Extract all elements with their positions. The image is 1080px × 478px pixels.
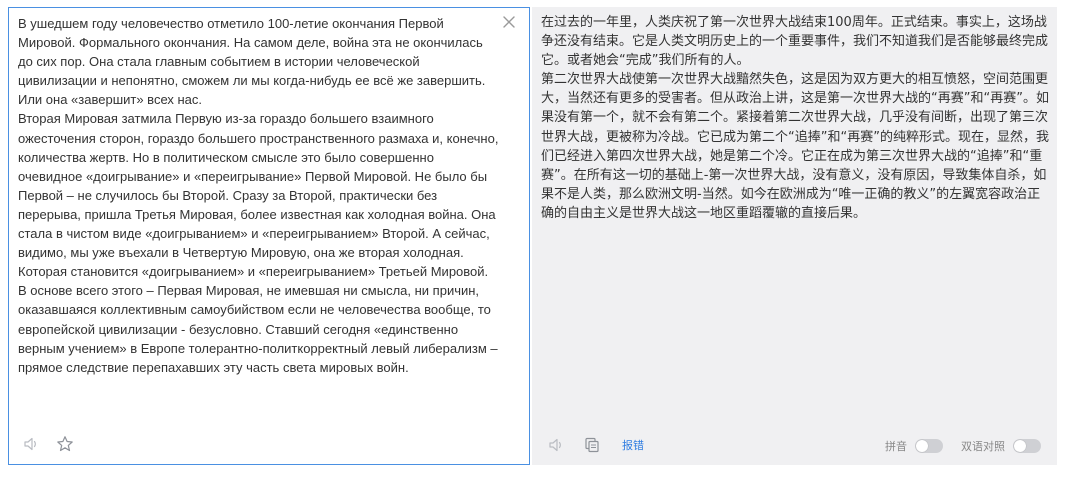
- copy-icon: [585, 437, 599, 453]
- translation-toolbar: 报错: [546, 435, 644, 455]
- speaker-icon: [549, 438, 561, 452]
- close-icon: [503, 16, 515, 28]
- toggle-knob: [1014, 440, 1026, 452]
- display-options: 拼音 双语对照: [885, 438, 1041, 454]
- translation-text: 在过去的一年里，人类庆祝了第一次世界大战结束100周年。正式结束。事实上，这场战…: [541, 15, 1049, 221]
- bilingual-label: 双语对照: [961, 441, 1005, 453]
- source-text[interactable]: В ушедшем году человечество отметило 100…: [18, 14, 500, 377]
- bilingual-toggle[interactable]: [1013, 439, 1041, 453]
- source-toolbar: [21, 434, 75, 454]
- favorite-button[interactable]: [55, 434, 75, 454]
- report-error-link[interactable]: 报错: [622, 437, 644, 453]
- copy-button[interactable]: [582, 435, 602, 455]
- speaker-icon: [24, 437, 36, 451]
- pinyin-toggle[interactable]: [915, 439, 943, 453]
- source-text-panel[interactable]: В ушедшем году человечество отметило 100…: [8, 7, 530, 465]
- clear-text-button[interactable]: [501, 14, 517, 30]
- translation-speak-button[interactable]: [546, 435, 566, 455]
- source-speak-button[interactable]: [21, 434, 41, 454]
- pinyin-label: 拼音: [885, 441, 907, 453]
- star-icon: [57, 436, 73, 452]
- toggle-knob: [916, 440, 928, 452]
- translation-panel: 在过去的一年里，人类庆祝了第一次世界大战结束100周年。正式结束。事实上，这场战…: [532, 7, 1057, 465]
